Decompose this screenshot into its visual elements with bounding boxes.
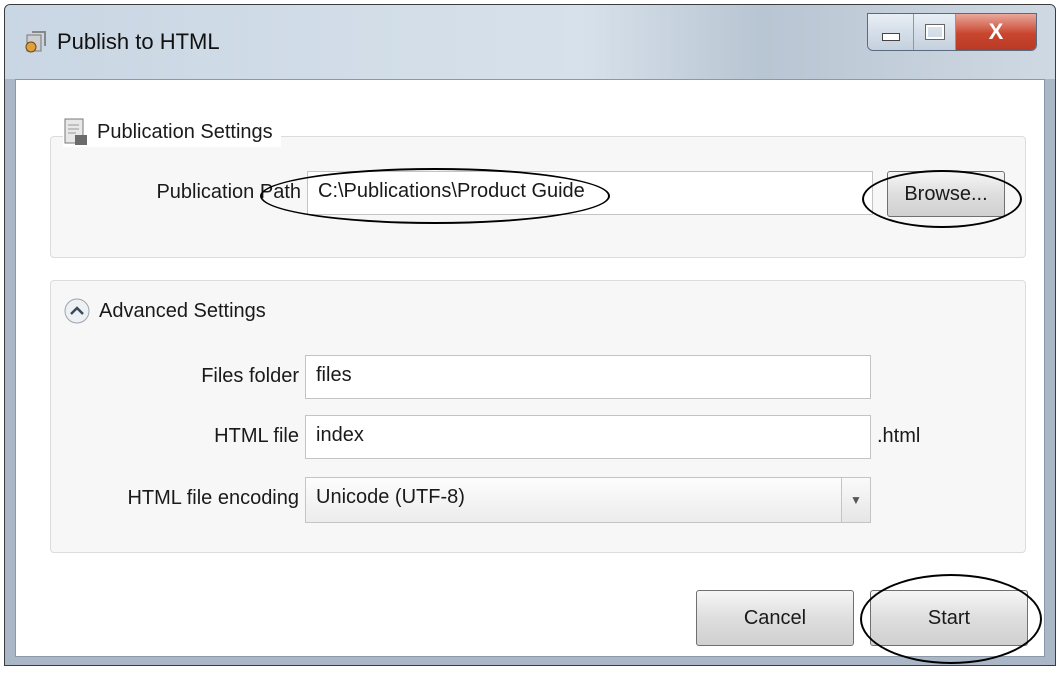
maximize-button[interactable] [914, 14, 956, 50]
window-title: Publish to HTML [57, 29, 220, 54]
advanced-settings-title: Advanced Settings [99, 299, 266, 322]
collapse-chevron-up-icon[interactable] [63, 297, 91, 325]
publication-settings-title: Publication Settings [97, 120, 273, 143]
caption-buttons: X [867, 13, 1037, 51]
minimize-icon [881, 33, 900, 41]
publish-app-icon [25, 31, 46, 53]
advanced-settings-group: Advanced Settings Files folder files HTM… [50, 280, 1026, 553]
cancel-button[interactable]: Cancel [696, 590, 854, 646]
start-button[interactable]: Start [870, 590, 1028, 646]
files-folder-input[interactable]: files [305, 355, 871, 399]
close-icon: X [988, 19, 1004, 44]
dialog-client-area: Publication Settings Publication Path C:… [15, 79, 1045, 664]
publication-path-input[interactable]: C:\Publications\Product Guide [307, 171, 873, 215]
dropdown-arrow-icon[interactable]: ▼ [841, 478, 870, 522]
publication-path-label: Publication Path [156, 181, 301, 203]
minimize-button[interactable] [868, 14, 914, 50]
encoding-select[interactable]: Unicode (UTF-8) ▼ [305, 477, 871, 523]
files-folder-label: Files folder [201, 365, 299, 387]
html-file-label: HTML file [214, 425, 299, 447]
encoding-label: HTML file encoding [127, 487, 299, 509]
publication-settings-header: Publication Settings [63, 117, 281, 147]
publication-settings-group: Publication Settings Publication Path C:… [50, 117, 1026, 258]
html-file-input[interactable]: index [305, 415, 871, 459]
document-settings-icon [64, 118, 87, 145]
publish-dialog-window: Publish to HTML X Publication Settings P… [4, 4, 1056, 666]
encoding-selected-value: Unicode (UTF-8) [316, 486, 465, 508]
browse-button[interactable]: Browse... [887, 171, 1005, 217]
html-extension-label: .html [877, 425, 921, 447]
close-button[interactable]: X [956, 14, 1036, 50]
title-bar[interactable]: Publish to HTML X [5, 5, 1055, 79]
advanced-settings-header[interactable]: Advanced Settings [63, 297, 274, 325]
maximize-icon [924, 24, 945, 40]
